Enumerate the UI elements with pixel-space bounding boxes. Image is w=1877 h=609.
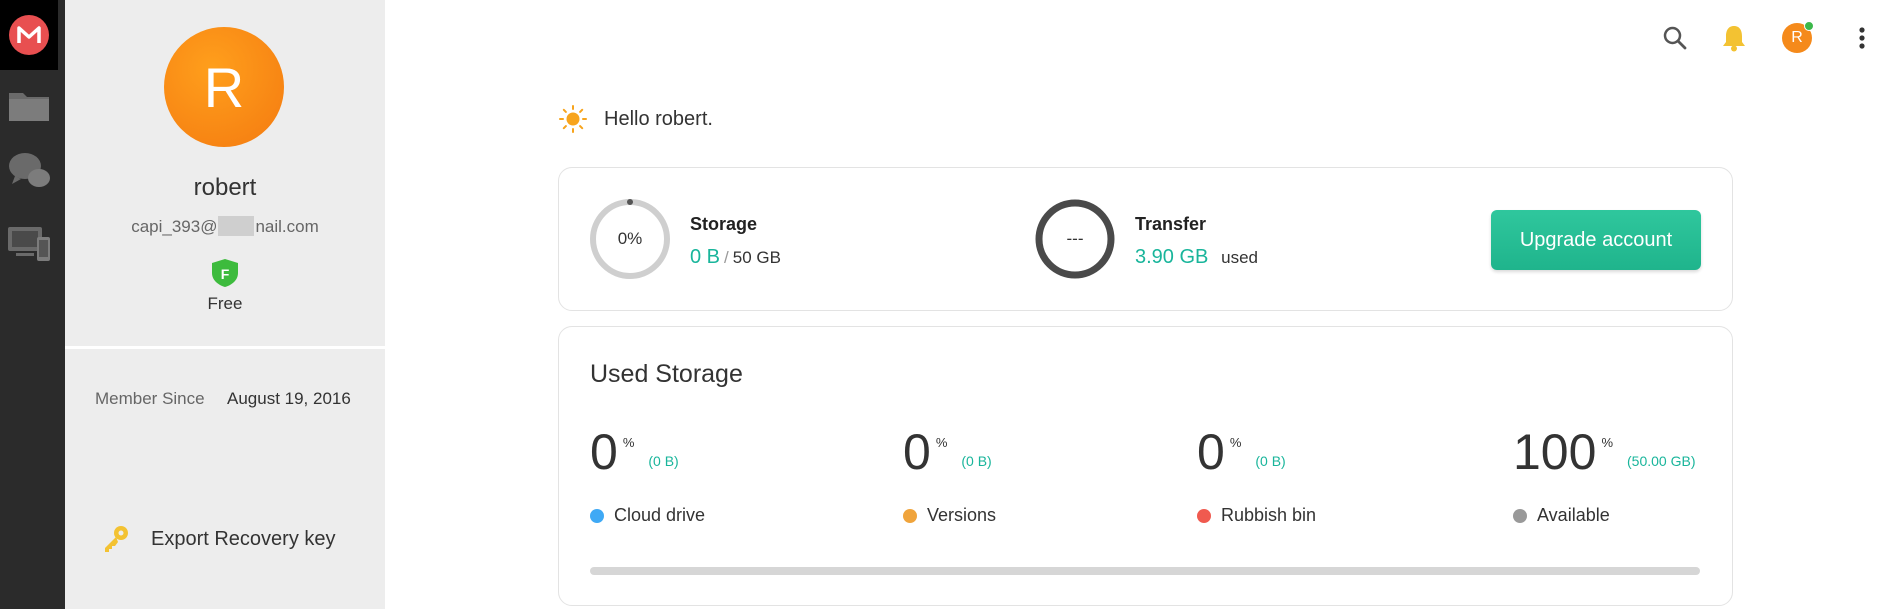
- legend-versions: Versions: [903, 505, 996, 526]
- legend-available: Available: [1513, 505, 1610, 526]
- profile-name: robert: [193, 174, 257, 201]
- devices-nav[interactable]: [0, 218, 58, 268]
- profile-email-end: nail.com: [255, 217, 319, 236]
- legend-rubbish-bin: Rubbish bin: [1197, 505, 1316, 526]
- usage-size: (50.00 GB): [1627, 453, 1696, 469]
- legend-label: Rubbish bin: [1221, 505, 1317, 525]
- usage-versions: 0 % (0 B): [903, 427, 992, 477]
- export-recovery-key-label: Export Recovery key: [151, 527, 336, 550]
- storage-total: 50 GB: [732, 248, 781, 267]
- sun-icon: [559, 105, 587, 133]
- storage-separator: /: [724, 248, 729, 267]
- storage-ring-label: 0%: [617, 229, 643, 248]
- account-summary-card: 0% Storage 0 B/50 GB --- Transfer 3.90 G…: [558, 167, 1733, 311]
- used-storage-title: Used Storage: [590, 360, 743, 388]
- more-vertical-icon: [1859, 27, 1865, 49]
- greeting: Hello robert.: [558, 104, 713, 134]
- usage-unit: %: [935, 435, 948, 450]
- chat-nav[interactable]: [0, 146, 58, 196]
- mega-logo-icon: [9, 15, 49, 55]
- account-avatar-button[interactable]: R: [1779, 20, 1815, 56]
- usage-cloud-drive: 0 % (0 B): [590, 427, 679, 477]
- upgrade-account-button[interactable]: Upgrade account: [1491, 210, 1701, 270]
- search-button[interactable]: [1657, 20, 1693, 56]
- account-avatar: R: [1782, 21, 1814, 53]
- used-storage-card: Used Storage 0 % (0 B) 0 % (0 B) 0 % (0 B) 100…: [558, 326, 1733, 606]
- folder-icon: [9, 93, 49, 121]
- legend-dot: [1513, 508, 1527, 523]
- account-avatar-initial: R: [1791, 29, 1803, 46]
- mega-logo-button[interactable]: [0, 0, 58, 70]
- profile-avatar[interactable]: R: [164, 27, 284, 147]
- storage-title: Storage: [690, 214, 758, 234]
- legend-label: Available: [1537, 505, 1610, 525]
- profile-email: capi_393@ nail.com: [65, 216, 385, 237]
- transfer-ring-label: ---: [1066, 229, 1084, 248]
- export-recovery-key-button[interactable]: Export Recovery key: [101, 524, 336, 554]
- usage-size: (0 B): [1255, 453, 1286, 469]
- legend-label: Cloud drive: [614, 505, 706, 525]
- legend-label: Versions: [927, 505, 997, 525]
- usage-unit: %: [1601, 435, 1613, 450]
- profile-email-start: capi_393@: [131, 217, 218, 236]
- transfer-used-suffix: used: [1221, 248, 1258, 267]
- plan-badge-letter: F: [221, 266, 230, 282]
- profile-avatar-initial: R: [203, 55, 245, 119]
- email-redaction: [218, 216, 255, 236]
- usage-unit: %: [622, 435, 635, 450]
- greeting-text: Hello robert.: [604, 107, 713, 130]
- usage-size: (0 B): [961, 453, 992, 469]
- usage-value: 0: [1197, 424, 1225, 480]
- usage-size: (0 B): [648, 453, 679, 469]
- left-rail: [0, 0, 65, 609]
- notifications-button[interactable]: [1716, 20, 1752, 56]
- usage-unit: %: [1229, 435, 1242, 450]
- member-since-label: Member Since: [95, 389, 205, 408]
- storage-used: 0 B: [690, 246, 721, 268]
- profile-divider: [65, 346, 385, 349]
- chat-icon: [9, 153, 50, 187]
- bell-icon: [1723, 26, 1745, 52]
- legend-dot: [903, 508, 917, 523]
- plan-label: Free: [207, 294, 243, 313]
- transfer-usage: 3.90 GB used: [1135, 246, 1258, 269]
- more-menu-button[interactable]: [1847, 20, 1877, 56]
- usage-value: 100: [1513, 424, 1597, 480]
- legend-dot: [590, 508, 604, 523]
- free-plan-shield-icon: F: [212, 259, 238, 287]
- member-since-value: August 19, 2016: [227, 389, 351, 408]
- usage-available: 100 % (50.00 GB): [1513, 427, 1695, 477]
- transfer-used: 3.90 GB: [1135, 246, 1209, 268]
- cloud-drive-nav[interactable]: [0, 80, 58, 130]
- usage-rubbish-bin: 0 % (0 B): [1197, 427, 1286, 477]
- transfer-title: Transfer: [1135, 214, 1207, 234]
- key-icon: [105, 526, 128, 552]
- profile-panel: R robert capi_393@ nail.com F Free Member…: [65, 0, 385, 609]
- storage-usage: 0 B/50 GB: [690, 246, 781, 269]
- legend-cloud-drive: Cloud drive: [590, 505, 705, 526]
- usage-value: 0: [590, 424, 618, 480]
- storage-usage-bar: [590, 567, 1700, 575]
- devices-icon: [8, 227, 50, 261]
- online-status-dot: [1804, 21, 1814, 31]
- usage-value: 0: [903, 424, 931, 480]
- legend-dot: [1197, 508, 1211, 523]
- search-icon: [1663, 26, 1687, 50]
